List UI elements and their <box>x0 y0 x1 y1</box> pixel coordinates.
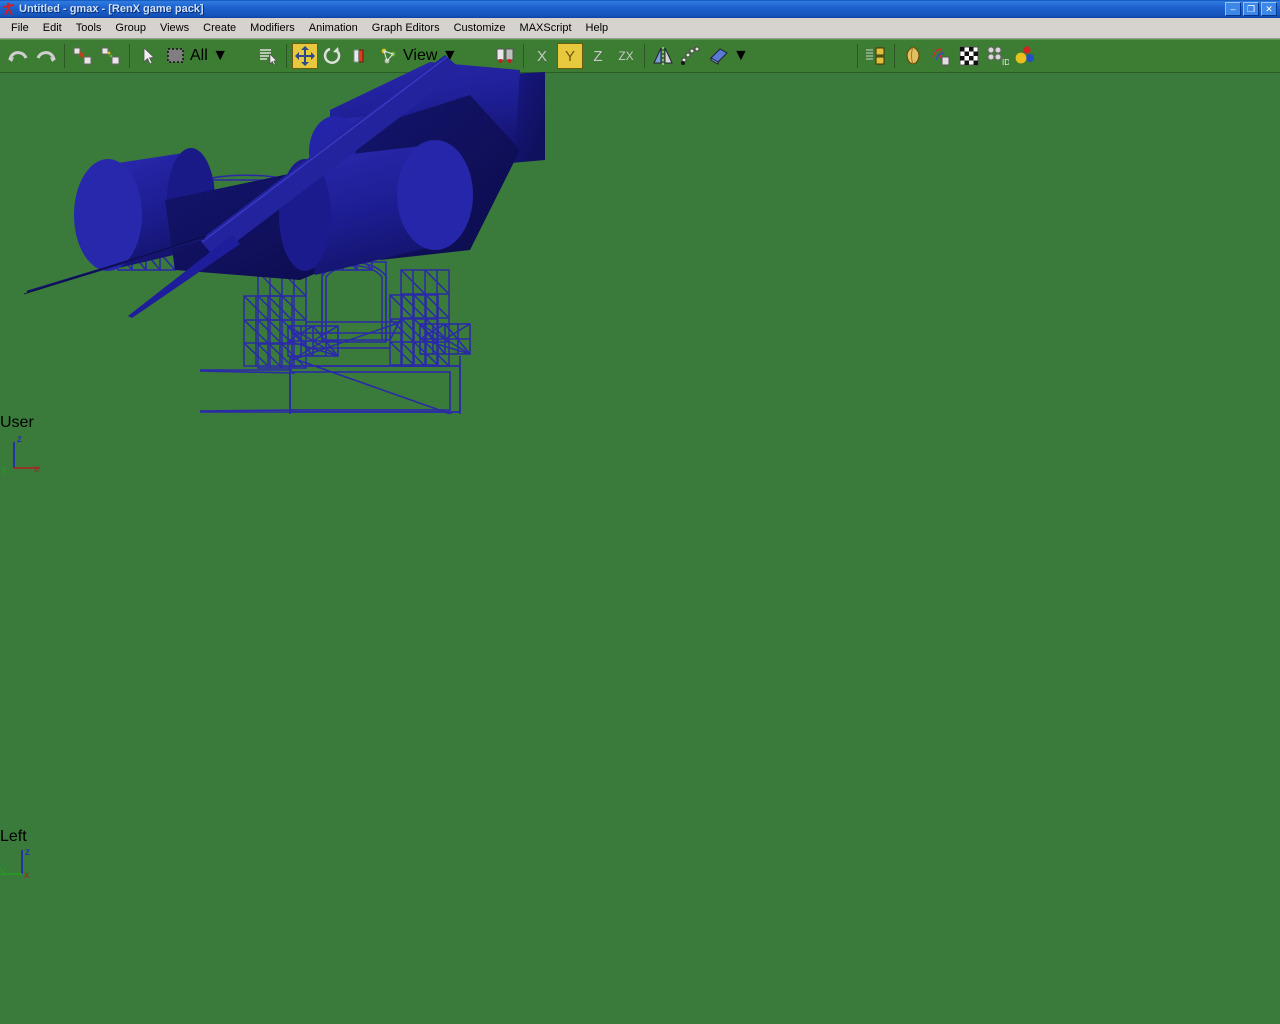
material-editor-button[interactable] <box>900 43 926 69</box>
restore-button[interactable]: ❐ <box>1243 2 1259 16</box>
mirror-button[interactable] <box>650 43 676 69</box>
named-selection-sets-button[interactable] <box>863 43 889 69</box>
render-type-button[interactable] <box>956 43 982 69</box>
gmax-application-window: Untitled - gmax - [RenX game pack] – ❐ ✕… <box>0 0 1280 1024</box>
svg-text:z: z <box>17 434 22 445</box>
svg-text:ID: ID <box>1002 58 1009 67</box>
svg-text:ZX: ZX <box>618 49 633 63</box>
svg-text:Y: Y <box>565 48 575 65</box>
restrict-z-button[interactable]: Z <box>585 43 611 69</box>
align-button[interactable] <box>678 43 704 69</box>
viewport-area: Top <box>0 0 1280 1024</box>
viewport-left-label: Left <box>0 828 546 846</box>
menu-help[interactable]: Help <box>579 20 616 36</box>
svg-text:z: z <box>25 847 30 858</box>
material-id-button[interactable]: ID <box>984 43 1010 69</box>
svg-text:y: y <box>2 464 7 475</box>
svg-text:x: x <box>24 870 29 881</box>
svg-text:y: y <box>0 865 5 876</box>
viewport-perspective-scene <box>0 0 550 413</box>
named-selection-sets-dropdown[interactable]: ▼ <box>733 47 853 65</box>
viewport-user[interactable]: User <box>0 414 550 828</box>
chevron-down-icon[interactable]: ▼ <box>733 47 749 64</box>
color-clipboard-button[interactable] <box>1012 43 1038 69</box>
restrict-y-button[interactable]: Y <box>557 43 583 69</box>
viewport-left[interactable]: Left <box>0 828 546 1024</box>
close-button[interactable]: ✕ <box>1261 2 1277 16</box>
minimize-button[interactable]: – <box>1225 2 1241 16</box>
toolbar-separator <box>644 44 645 68</box>
viewport-user-label: User <box>0 414 550 432</box>
array-button[interactable] <box>706 43 732 69</box>
viewport-user-axis-tripod: z x y <box>0 432 46 476</box>
restrict-zx-button[interactable]: ZX <box>613 43 639 69</box>
toolbar-separator <box>894 44 895 68</box>
render-scene-button[interactable] <box>928 43 954 69</box>
svg-text:Z: Z <box>593 48 602 65</box>
svg-text:x: x <box>34 464 39 475</box>
toolbar-separator <box>857 44 858 68</box>
viewport-left-axis-tripod: z y x <box>0 846 46 882</box>
